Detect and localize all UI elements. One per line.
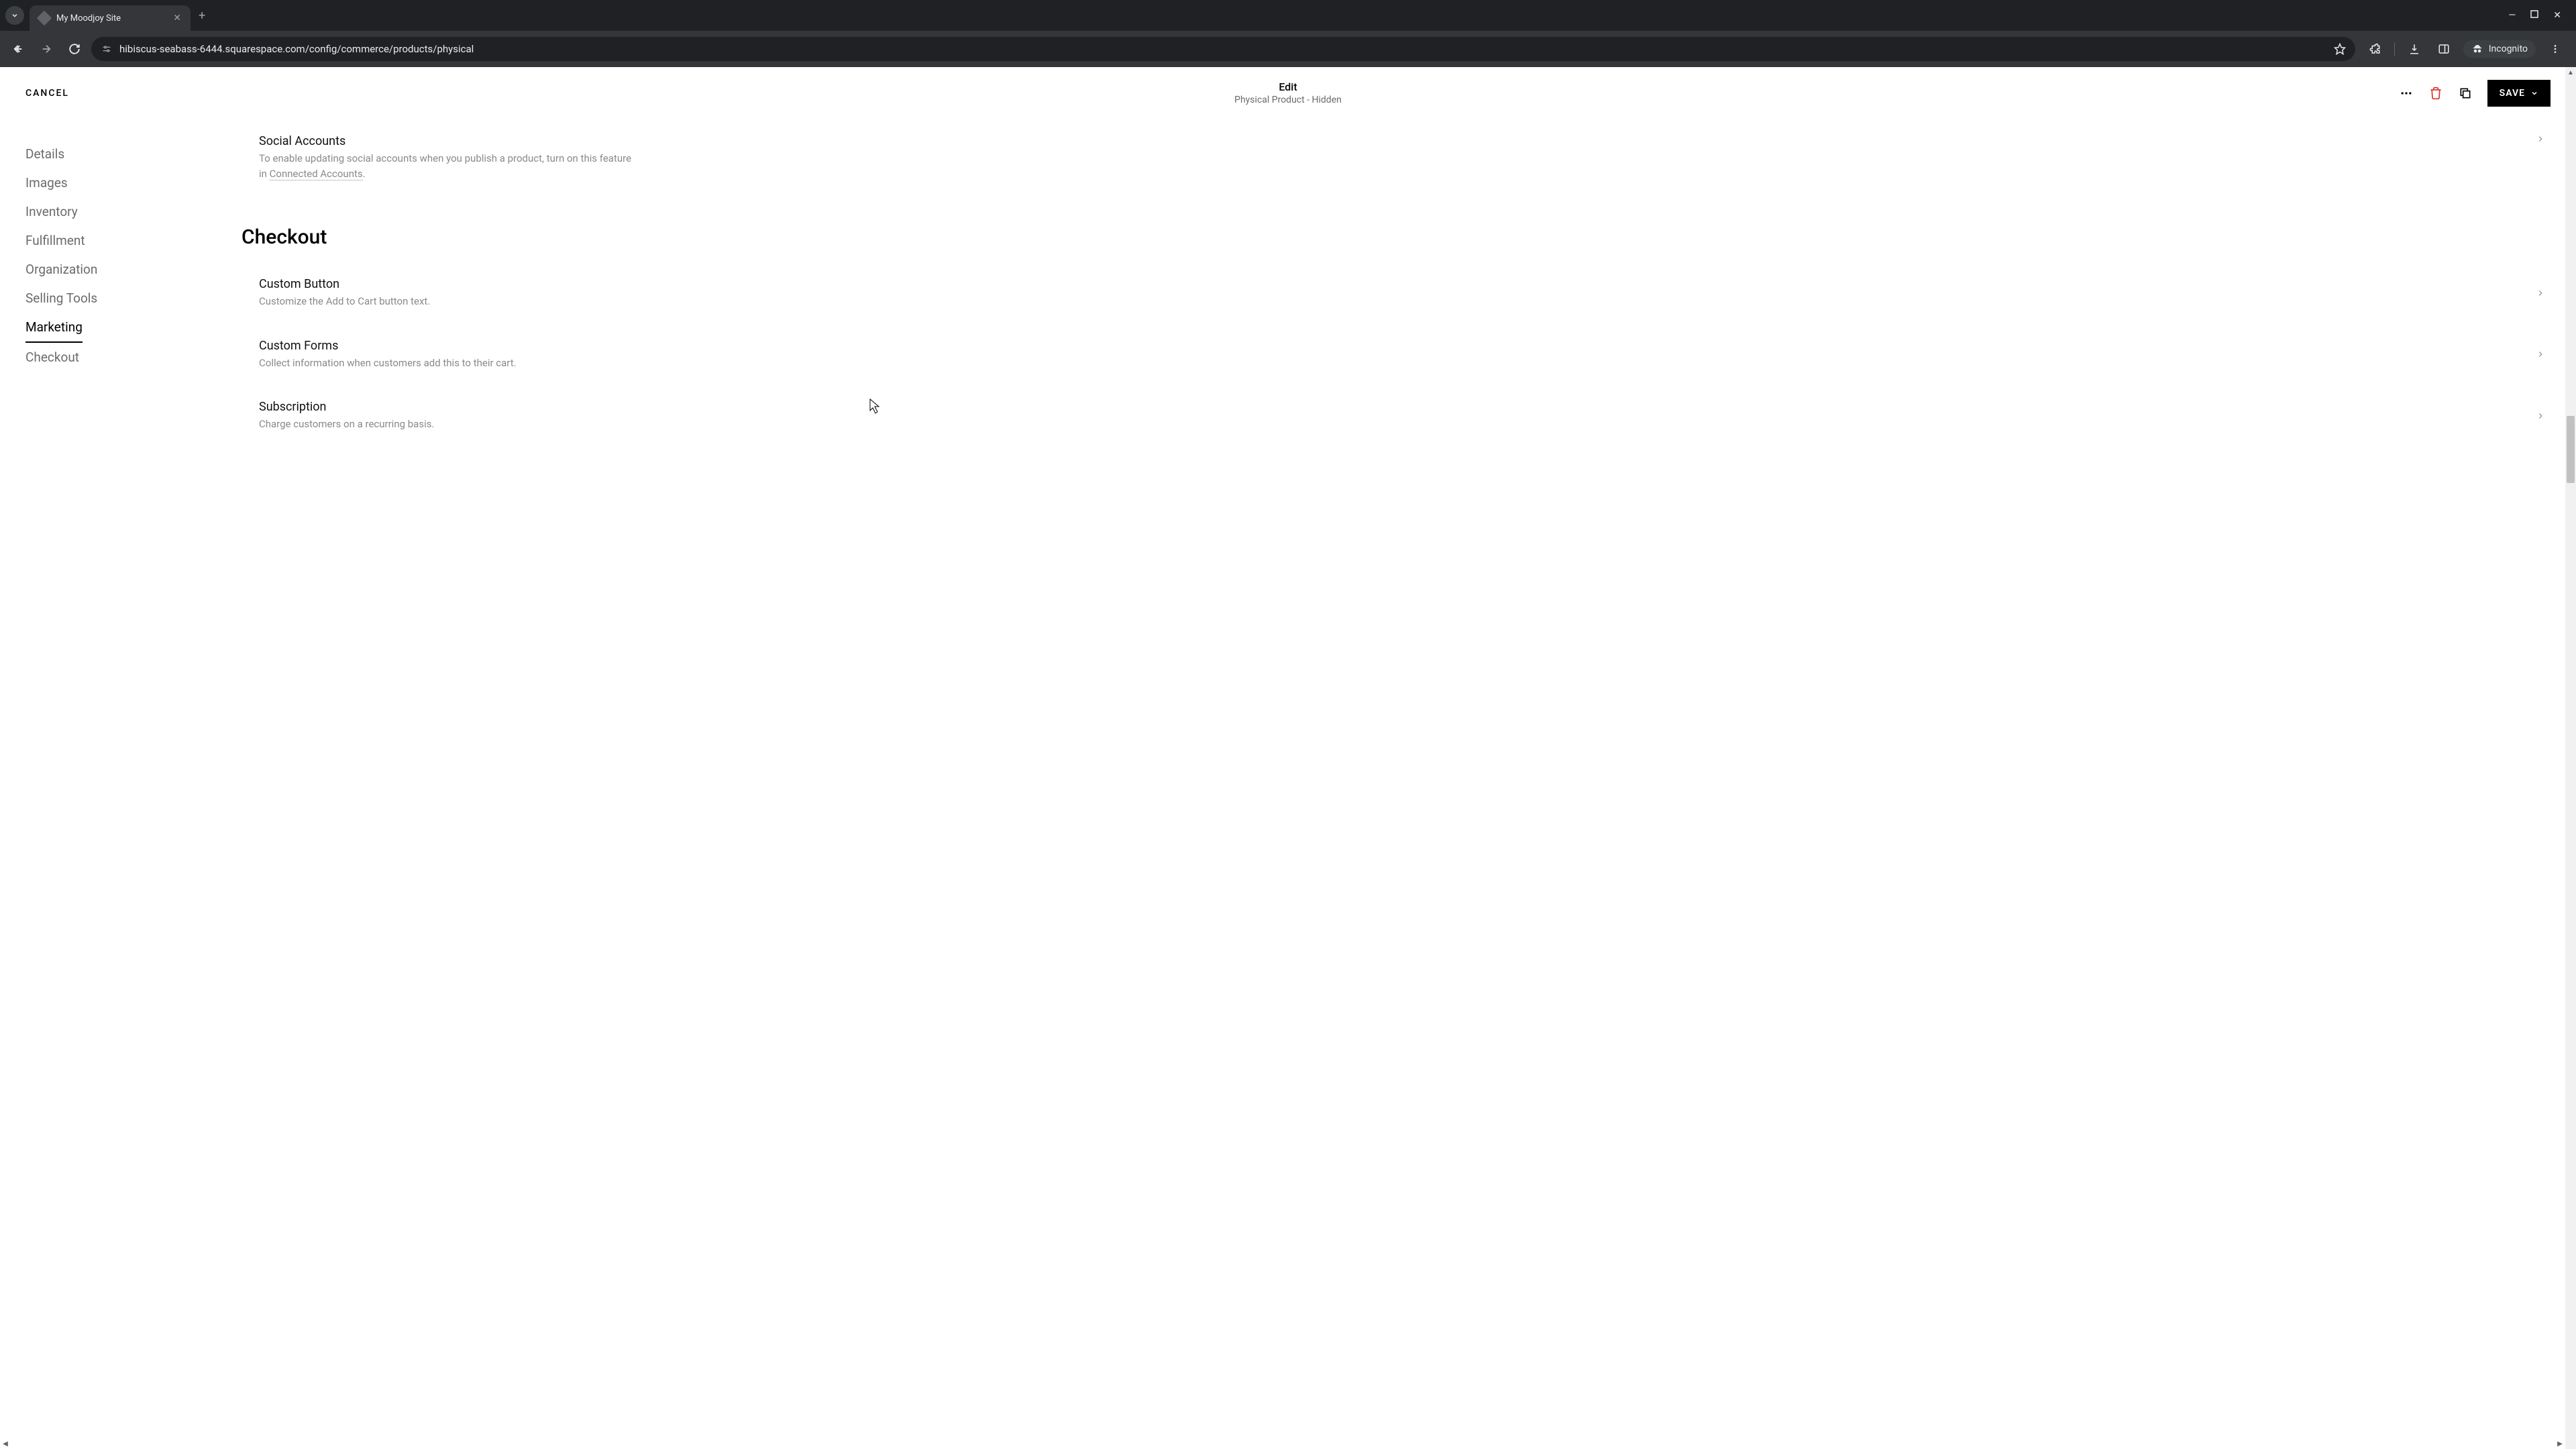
editor-header: CANCEL Edit Physical Product - Hidden SA… — [0, 67, 2576, 119]
chevron-down-icon — [11, 11, 19, 19]
page-title: Edit — [1234, 80, 1342, 93]
more-horizontal-icon — [2400, 87, 2413, 100]
browser-chrome: My Moodjoy Site ✕ + — ✕ hibiscus-seabass… — [0, 0, 2576, 67]
connected-accounts-link[interactable]: Connected Accounts — [270, 168, 363, 180]
bookmark-icon[interactable] — [2334, 43, 2346, 55]
sidebar-item-checkout[interactable]: Checkout — [25, 343, 203, 372]
horizontal-scrollbar[interactable]: ◀ ▶ — [0, 1438, 2565, 1449]
sidepanel-button[interactable] — [2434, 39, 2454, 59]
incognito-icon — [2471, 43, 2483, 55]
url-text: hibiscus-seabass-6444.squarespace.com/co… — [119, 43, 2327, 55]
maximize-icon — [2530, 10, 2538, 18]
app-viewport: CANCEL Edit Physical Product - Hidden SA… — [0, 67, 2576, 1449]
forward-button[interactable] — [35, 38, 58, 60]
download-icon — [2408, 43, 2420, 55]
reload-icon — [68, 43, 80, 55]
scroll-right-arrow-icon[interactable]: ▶ — [2555, 1438, 2565, 1449]
row-title: Custom Button — [259, 277, 430, 291]
scroll-up-arrow-icon[interactable]: ▲ — [2565, 67, 2576, 78]
maximize-button[interactable] — [2530, 10, 2538, 21]
minimize-button[interactable]: — — [2508, 10, 2516, 21]
favicon-icon — [37, 11, 52, 26]
sidebar-item-images[interactable]: Images — [25, 168, 203, 197]
vertical-scrollbar[interactable]: ▲ — [2565, 67, 2576, 1449]
extensions-button[interactable] — [2365, 39, 2385, 59]
tab-title: My Moodjoy Site — [56, 13, 166, 23]
cancel-button[interactable]: CANCEL — [25, 88, 69, 99]
downloads-button[interactable] — [2404, 39, 2424, 59]
sidebar-item-organization[interactable]: Organization — [25, 255, 203, 284]
browser-menu-button[interactable] — [2545, 39, 2565, 59]
address-bar[interactable]: hibiscus-seabass-6444.squarespace.com/co… — [91, 37, 2355, 61]
tab-search-button[interactable] — [5, 6, 24, 25]
browser-toolbar: hibiscus-seabass-6444.squarespace.com/co… — [0, 31, 2576, 67]
section-heading-checkout: Checkout — [241, 225, 2563, 249]
page-subtitle: Physical Product - Hidden — [1234, 95, 1342, 105]
copy-icon — [2459, 87, 2472, 100]
site-settings-icon[interactable] — [101, 43, 113, 55]
browser-tab[interactable]: My Moodjoy Site ✕ — [30, 5, 191, 31]
sidebar-item-selling-tools[interactable]: Selling Tools — [25, 284, 203, 313]
close-icon[interactable]: ✕ — [173, 13, 181, 23]
sidebar-item-inventory[interactable]: Inventory — [25, 197, 203, 226]
toolbar-right: Incognito — [2361, 39, 2569, 59]
incognito-indicator[interactable]: Incognito — [2463, 40, 2536, 58]
row-subscription[interactable]: Subscription Charge customers on a recur… — [241, 385, 2563, 447]
window-controls: — ✕ — [2508, 10, 2571, 21]
puzzle-icon — [2369, 43, 2381, 55]
row-subtitle: Collect information when customers add t… — [259, 356, 517, 371]
tab-bar: My Moodjoy Site ✕ + — ✕ — [0, 0, 2576, 31]
save-label: SAVE — [2500, 88, 2525, 99]
sidebar: Details Images Inventory Fulfillment Org… — [0, 119, 228, 1449]
panel-icon — [2438, 43, 2450, 55]
duplicate-button[interactable] — [2458, 86, 2473, 101]
kebab-icon — [2550, 44, 2561, 54]
delete-button[interactable] — [2428, 86, 2443, 101]
back-button[interactable] — [7, 38, 30, 60]
row-sub-suffix: . — [363, 168, 366, 180]
row-subtitle: To enable updating social accounts when … — [259, 151, 635, 181]
scrollbar-thumb[interactable] — [2567, 416, 2575, 483]
incognito-label: Incognito — [2489, 44, 2528, 54]
sidebar-item-marketing[interactable]: Marketing — [25, 313, 83, 343]
save-button[interactable]: SAVE — [2487, 80, 2551, 107]
header-title-group: Edit Physical Product - Hidden — [1234, 80, 1342, 105]
row-title: Custom Forms — [259, 339, 517, 353]
chevron-right-icon — [2536, 411, 2545, 421]
scroll-left-arrow-icon[interactable]: ◀ — [0, 1438, 11, 1449]
divider — [2394, 42, 2395, 56]
sidebar-item-fulfillment[interactable]: Fulfillment — [25, 226, 203, 255]
header-actions: SAVE — [2399, 80, 2551, 107]
row-custom-forms[interactable]: Custom Forms Collect information when cu… — [241, 324, 2563, 386]
chevron-right-icon — [2536, 288, 2545, 298]
trash-icon — [2429, 87, 2443, 100]
row-subtitle: Charge customers on a recurring basis. — [259, 417, 434, 432]
sidebar-item-details[interactable]: Details — [25, 140, 203, 168]
row-title: Social Accounts — [259, 134, 635, 148]
row-social-accounts[interactable]: Social Accounts To enable updating socia… — [241, 119, 2563, 196]
close-window-button[interactable]: ✕ — [2553, 10, 2561, 21]
arrow-right-icon — [40, 43, 52, 55]
main-content: Social Accounts To enable updating socia… — [228, 119, 2576, 1449]
chevron-down-icon — [2530, 89, 2538, 97]
chevron-right-icon — [2536, 350, 2545, 359]
editor-body: Details Images Inventory Fulfillment Org… — [0, 119, 2576, 1449]
chevron-right-icon — [2536, 134, 2545, 144]
reload-button[interactable] — [63, 38, 86, 60]
new-tab-button[interactable]: + — [191, 9, 213, 23]
row-title: Subscription — [259, 400, 434, 414]
arrow-left-icon — [12, 43, 24, 55]
row-subtitle: Customize the Add to Cart button text. — [259, 294, 430, 309]
row-custom-button[interactable]: Custom Button Customize the Add to Cart … — [241, 262, 2563, 324]
more-button[interactable] — [2399, 86, 2414, 101]
